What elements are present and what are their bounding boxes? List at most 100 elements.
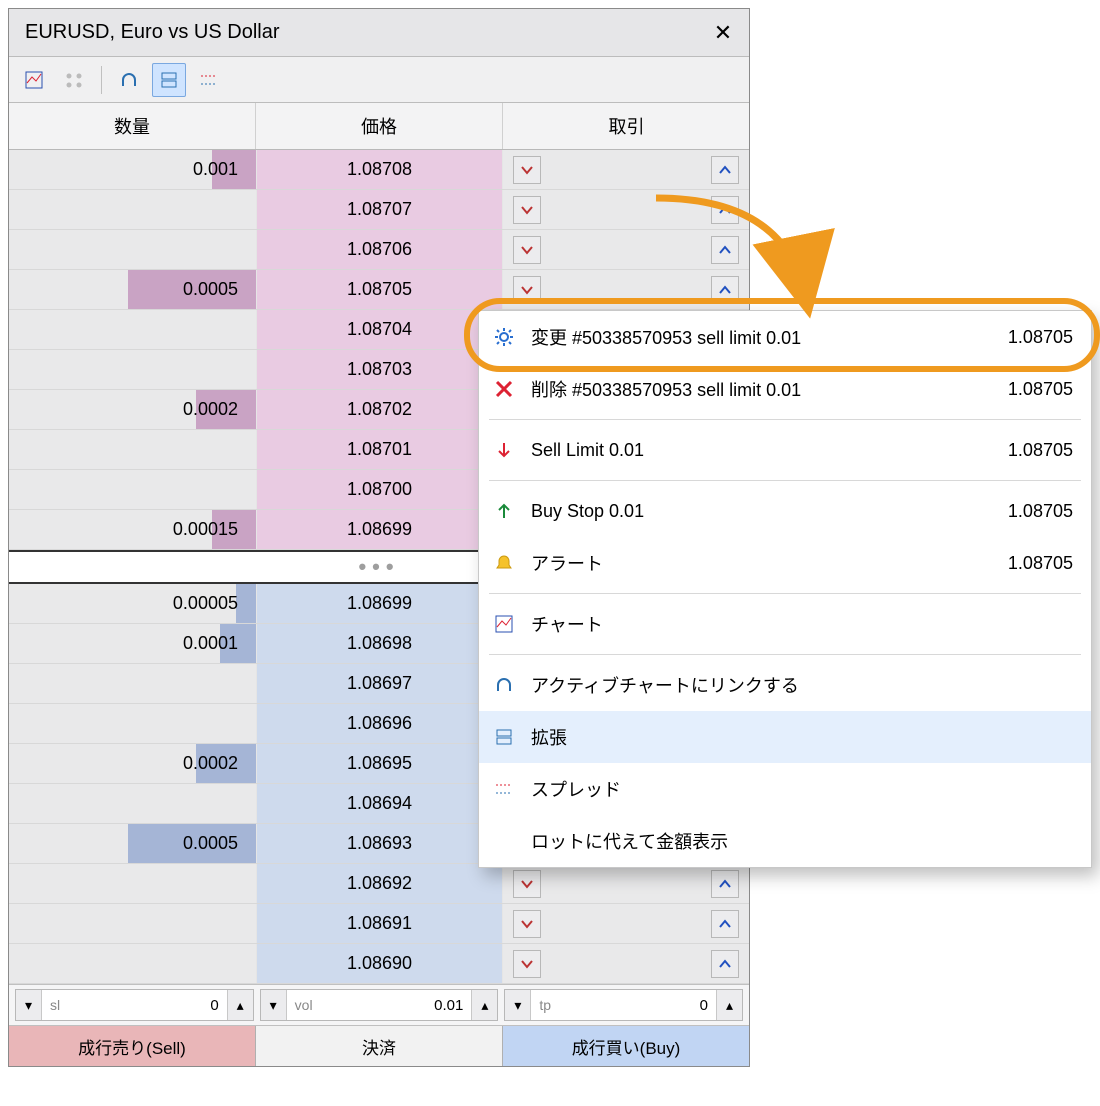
volume-cell: 0.0001	[9, 624, 256, 663]
price-cell: 1.08695	[256, 744, 503, 783]
volume-cell	[9, 430, 256, 469]
volume-cell	[9, 944, 256, 983]
volume-cell	[9, 310, 256, 349]
column-headers: 数量 価格 取引	[9, 103, 749, 150]
context-menu-label: 変更 #50338570953 sell limit 0.01	[531, 324, 994, 350]
buy-arrow-icon[interactable]	[711, 276, 739, 304]
buy-arrow-icon[interactable]	[711, 156, 739, 184]
volume-cell: 0.0005	[9, 824, 256, 863]
sell-arrow-icon[interactable]	[513, 196, 541, 224]
tp-label: tp	[531, 997, 699, 1013]
tp-up[interactable]: ▴	[716, 990, 742, 1020]
sell-button[interactable]: 成行売り(Sell)	[9, 1026, 256, 1066]
tp-stepper[interactable]: ▾ tp 0 ▴	[504, 989, 743, 1021]
sl-down[interactable]: ▾	[16, 990, 42, 1020]
context-menu-item[interactable]: アクティブチャートにリンクする	[479, 659, 1091, 711]
volume-cell: 0.00015	[9, 510, 256, 549]
sl-up[interactable]: ▴	[227, 990, 253, 1020]
tp-down[interactable]: ▾	[505, 990, 531, 1020]
context-menu-label: アクティブチャートにリンクする	[531, 672, 1059, 698]
context-menu-item[interactable]: チャート	[479, 598, 1091, 650]
context-menu-separator	[489, 593, 1081, 594]
context-menu-item[interactable]: アラート1.08705	[479, 537, 1091, 589]
context-menu-separator	[489, 654, 1081, 655]
price-cell: 1.08692	[256, 864, 503, 903]
stepper-row: ▾ sl 0 ▴ ▾ vol 0.01 ▴ ▾ tp 0 ▴	[9, 984, 749, 1025]
table-row[interactable]: 0.00051.08705	[9, 270, 749, 310]
volume-cell	[9, 784, 256, 823]
vol-stepper[interactable]: ▾ vol 0.01 ▴	[260, 989, 499, 1021]
sell-arrow-icon[interactable]	[513, 236, 541, 264]
sl-stepper[interactable]: ▾ sl 0 ▴	[15, 989, 254, 1021]
trade-cell	[503, 904, 749, 943]
sl-value: 0	[210, 997, 226, 1014]
link-chart-icon[interactable]	[112, 63, 146, 97]
close-position-button[interactable]: 決済	[256, 1026, 503, 1066]
buy-arrow-icon[interactable]	[711, 870, 739, 898]
spread-icon[interactable]	[192, 63, 226, 97]
link-icon	[491, 675, 517, 695]
sl-label: sl	[42, 997, 210, 1013]
price-cell: 1.08702	[256, 390, 503, 429]
table-row[interactable]: 1.08692	[9, 864, 749, 904]
context-menu-item[interactable]: Buy Stop 0.01 1.08705	[479, 485, 1091, 537]
trade-cell	[503, 230, 749, 269]
volume-cell: 0.0005	[9, 270, 256, 309]
context-menu-item[interactable]: Sell Limit 0.011.08705	[479, 424, 1091, 476]
sell-arrow-icon[interactable]	[513, 910, 541, 938]
volume-cell	[9, 350, 256, 389]
expand-icon	[491, 727, 517, 747]
context-menu-item[interactable]: 削除 #50338570953 sell limit 0.011.08705	[479, 363, 1091, 415]
context-menu-label: 拡張	[531, 724, 1059, 750]
expand-icon[interactable]	[152, 63, 186, 97]
table-row[interactable]: 0.0011.08708	[9, 150, 749, 190]
volume-cell	[9, 190, 256, 229]
table-row[interactable]: 1.08690	[9, 944, 749, 984]
price-cell: 1.08703	[256, 350, 503, 389]
context-menu-label: アラート	[531, 550, 994, 576]
price-cell: 1.08698	[256, 624, 503, 663]
spread-icon	[491, 779, 517, 799]
table-row[interactable]: 1.08706	[9, 230, 749, 270]
close-button[interactable]: ✕	[709, 19, 737, 47]
table-row[interactable]: 1.08691	[9, 904, 749, 944]
sell-arrow-icon[interactable]	[513, 156, 541, 184]
vol-down[interactable]: ▾	[261, 990, 287, 1020]
buy-arrow-icon[interactable]	[711, 910, 739, 938]
context-menu-separator	[489, 419, 1081, 420]
window-title: EURUSD, Euro vs US Dollar	[25, 21, 280, 44]
buy-arrow-icon[interactable]	[711, 950, 739, 978]
context-menu-value: 1.08705	[1008, 379, 1073, 400]
price-cell: 1.08701	[256, 430, 503, 469]
price-cell: 1.08694	[256, 784, 503, 823]
buy-arrow-icon[interactable]	[711, 236, 739, 264]
context-menu-label: Buy Stop 0.01	[531, 501, 994, 522]
buy-button[interactable]: 成行買い(Buy)	[503, 1026, 749, 1066]
price-cell: 1.08704	[256, 310, 503, 349]
header-volume: 数量	[9, 103, 256, 149]
chart-icon[interactable]	[17, 63, 51, 97]
sell-arrow-icon[interactable]	[513, 950, 541, 978]
price-cell: 1.08697	[256, 664, 503, 703]
context-menu: 変更 #50338570953 sell limit 0.011.08705削除…	[478, 310, 1092, 868]
volume-cell: 0.00005	[9, 584, 256, 623]
context-menu-value: 1.08705	[1008, 501, 1073, 522]
context-menu-value: 1.08705	[1008, 440, 1073, 461]
price-cell: 1.08700	[256, 470, 503, 509]
vol-up[interactable]: ▴	[471, 990, 497, 1020]
del-icon	[491, 379, 517, 399]
price-cell: 1.08707	[256, 190, 503, 229]
context-menu-item[interactable]: スプレッド	[479, 763, 1091, 815]
context-menu-value: 1.08705	[1008, 327, 1073, 348]
link-dots-icon[interactable]	[57, 63, 91, 97]
context-menu-item[interactable]: ロットに代えて金額表示	[479, 815, 1091, 867]
context-menu-item[interactable]: 拡張	[479, 711, 1091, 763]
buy-arrow-icon[interactable]	[711, 196, 739, 224]
sell-arrow-icon[interactable]	[513, 870, 541, 898]
price-cell: 1.08691	[256, 904, 503, 943]
sell-arrow-icon[interactable]	[513, 276, 541, 304]
volume-cell: 0.0002	[9, 390, 256, 429]
tp-value: 0	[700, 997, 716, 1014]
table-row[interactable]: 1.08707	[9, 190, 749, 230]
context-menu-item[interactable]: 変更 #50338570953 sell limit 0.01 1.08705	[479, 311, 1091, 363]
